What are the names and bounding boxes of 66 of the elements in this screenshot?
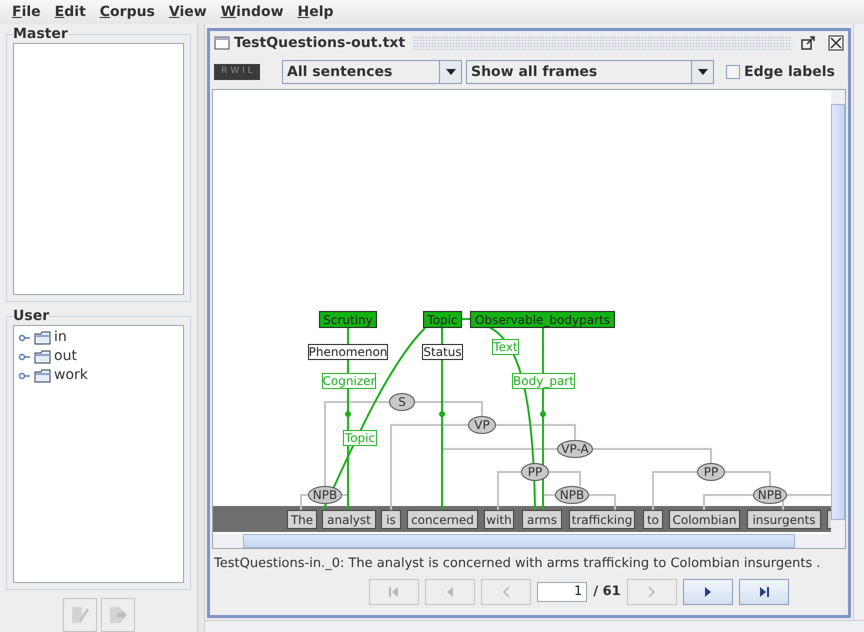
- vertical-scrollbar[interactable]: [831, 90, 845, 534]
- maximize-icon[interactable]: [800, 35, 816, 51]
- menu-item[interactable]: View: [168, 2, 207, 22]
- window-title: TestQuestions-out.txt: [234, 34, 406, 52]
- constituent-node: NPB: [753, 486, 787, 504]
- constituent-node: NPB: [555, 486, 589, 504]
- tree-item[interactable]: out: [54, 346, 77, 367]
- menu-item[interactable]: Corpus: [100, 2, 155, 22]
- checkbox[interactable]: [726, 65, 740, 79]
- edit-button[interactable]: [62, 598, 97, 632]
- constituent-node: PP: [521, 463, 549, 481]
- token: The: [287, 510, 317, 529]
- constituent-node: VP: [468, 416, 496, 434]
- tree-item[interactable]: work: [54, 365, 88, 386]
- role-label: Cognizer: [322, 373, 376, 389]
- mode-indicator: R W I L: [214, 64, 260, 80]
- horizontal-scrollbar[interactable]: [213, 534, 845, 548]
- expand-handle-icon[interactable]: [18, 352, 32, 362]
- menu-item[interactable]: Edit: [54, 2, 86, 22]
- frame-node: Topic: [423, 311, 462, 328]
- folder-icon: [34, 350, 52, 364]
- caret-icon: [698, 69, 708, 75]
- tree-item[interactable]: in: [54, 327, 67, 348]
- token: to: [643, 510, 663, 529]
- token: analyst: [322, 510, 376, 529]
- splitter[interactable]: [197, 24, 205, 632]
- page-total: / 61: [593, 583, 621, 602]
- role-label: Topic: [343, 430, 377, 446]
- token: concerned: [407, 510, 478, 529]
- role-label: Text: [492, 339, 519, 355]
- page-field[interactable]: 1: [537, 582, 588, 602]
- menu-item[interactable]: Help: [298, 2, 334, 22]
- export-button[interactable]: [100, 598, 135, 632]
- token: arms: [522, 510, 562, 529]
- menu-item[interactable]: Window: [220, 2, 284, 22]
- token: trafficking: [569, 510, 635, 529]
- nav-button[interactable]: [682, 579, 733, 605]
- dropdown[interactable]: Show all frames: [466, 60, 714, 84]
- expand-handle-icon[interactable]: [18, 370, 32, 380]
- role-label: Body_part: [512, 373, 575, 389]
- close-icon[interactable]: [828, 35, 844, 51]
- desktop-horizontal-scrollbar[interactable]: [205, 620, 864, 632]
- token: with: [484, 510, 514, 529]
- clipped-token: [827, 510, 831, 529]
- window-icon: [214, 35, 230, 51]
- frame-node: Observable_bodyparts: [470, 311, 615, 328]
- folder-icon: [34, 368, 52, 382]
- nav-button[interactable]: [738, 579, 789, 605]
- role-label: Status: [422, 344, 463, 360]
- constituent-node: PP: [697, 463, 725, 481]
- desktop-vertical-scrollbar[interactable]: [853, 24, 864, 620]
- menu-item[interactable]: File: [12, 2, 41, 22]
- sentence-text: TestQuestions-in._0: The analyst is concerned with arms trafficking to Colombian insurgents .: [214, 555, 821, 574]
- folder-icon: [34, 330, 52, 344]
- expand-handle-icon[interactable]: [18, 332, 32, 342]
- token: insurgents: [747, 510, 821, 529]
- frame-node: Scrutiny: [319, 311, 377, 328]
- caret-icon: [446, 69, 456, 75]
- constituent-node: NPB: [308, 486, 342, 504]
- constituent-node: VP-A: [557, 440, 593, 458]
- token: is: [381, 510, 401, 529]
- constituent-node: S: [389, 393, 415, 411]
- checkbox-label: Edge labels: [744, 62, 835, 82]
- dropdown[interactable]: All sentences: [282, 60, 462, 84]
- role-label: Phenomenon: [308, 344, 388, 360]
- token: Colombian: [669, 510, 740, 529]
